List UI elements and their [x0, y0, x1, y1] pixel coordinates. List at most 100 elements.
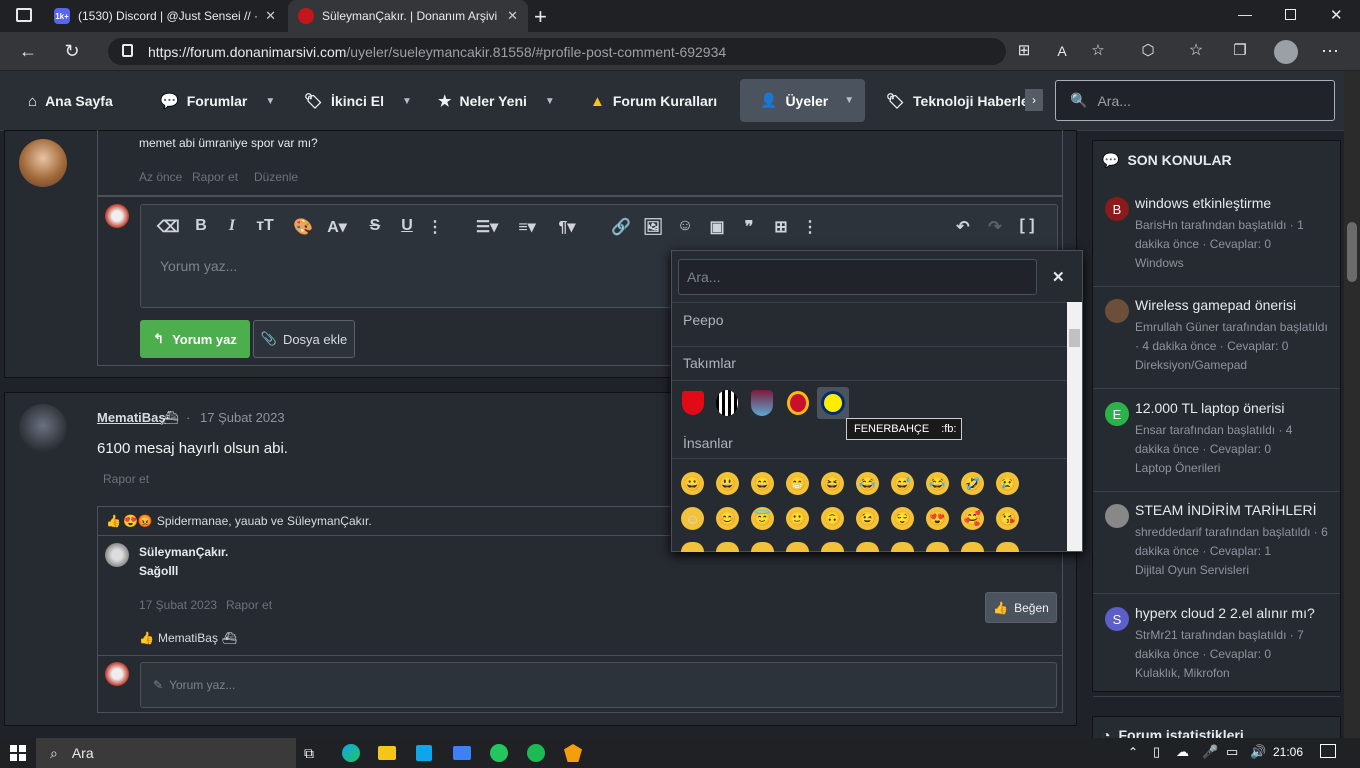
close-tab-icon[interactable]: ✕	[265, 8, 276, 24]
microphone-icon[interactable]: 🎤	[1202, 744, 1218, 760]
emoji-smiley[interactable]: 😅	[891, 472, 914, 495]
edit-link[interactable]: Düzenle	[254, 170, 298, 184]
tab-discord[interactable]: 1k+ (1530) Discord | @Just Sensei // · ✕	[44, 0, 286, 32]
editor-placeholder[interactable]: Yorum yaz...	[160, 258, 237, 274]
emoji-smiley[interactable]	[856, 542, 879, 552]
fenerbahce-emoji[interactable]	[821, 391, 845, 415]
emoji-smiley[interactable]: 😊	[716, 507, 739, 530]
strikethrough-icon[interactable]: S	[364, 217, 386, 237]
nav-second-hand[interactable]: 🏷 İkinci El ▼	[304, 89, 412, 113]
quote-icon[interactable]: ❞	[738, 217, 760, 237]
report-link[interactable]: Rapor et	[226, 598, 272, 612]
thread-author[interactable]: Ensar	[1135, 423, 1166, 437]
undo-icon[interactable]: ↶	[952, 217, 974, 237]
redo-icon[interactable]: ↷	[984, 217, 1006, 237]
thread-avatar[interactable]: S	[1105, 607, 1129, 631]
back-icon[interactable]: ←	[16, 40, 40, 64]
thread-avatar[interactable]: B	[1105, 197, 1129, 221]
emoji-smiley[interactable]: 😌	[891, 507, 914, 530]
attach-file-button[interactable]: 📎 Dosya ekle	[253, 320, 355, 358]
xbox-icon[interactable]	[490, 744, 508, 762]
close-tab-icon[interactable]: ✕	[507, 8, 518, 24]
clock[interactable]: 21:06	[1273, 745, 1303, 759]
new-tab-button[interactable]: +	[534, 4, 547, 30]
nav-whats-new[interactable]: ★ Neler Yeni ▼	[438, 89, 555, 113]
category-peepo[interactable]: Peepo	[683, 312, 723, 328]
thread-item[interactable]: Bwindows etkinleştirme BarisHn tarafından…	[1093, 185, 1340, 287]
thread-title[interactable]: hyperx cloud 2 2.el alınır mı?	[1135, 605, 1330, 621]
thread-forum[interactable]: Dijital Oyun Servisleri	[1135, 563, 1249, 577]
more-options-icon[interactable]: ⋮	[799, 217, 821, 237]
chevron-down-icon[interactable]: ▼	[545, 96, 555, 107]
thread-item[interactable]: STEAM İNDİRİM TARİHLERİ shreddedarif tara…	[1093, 492, 1340, 594]
category-teams[interactable]: Takımlar	[683, 355, 736, 371]
thread-title[interactable]: 12.000 TL laptop önerisi	[1135, 400, 1330, 416]
emoji-smiley[interactable]	[891, 542, 914, 552]
thread-author[interactable]: shreddedarif	[1135, 525, 1202, 539]
emoji-smiley[interactable]: 😁	[786, 472, 809, 495]
address-bar[interactable]: https://forum.donanimarsivi.com/uyeler/s…	[108, 38, 1006, 65]
windows-start-icon[interactable]	[10, 745, 26, 761]
thread-item[interactable]: Wireless gamepad önerisi Emrullah Güner t…	[1093, 287, 1340, 389]
spotify-icon[interactable]	[527, 744, 545, 762]
thread-avatar[interactable]	[1105, 299, 1129, 323]
notifications-icon[interactable]	[1320, 744, 1336, 758]
edge-icon[interactable]	[342, 744, 360, 762]
emoji-smiley[interactable]: 🥰	[961, 507, 984, 530]
emoji-smiley[interactable]	[961, 542, 984, 552]
emoji-smiley[interactable]: ☺	[681, 507, 704, 530]
chevron-down-icon[interactable]: ▼	[844, 95, 854, 106]
emoji-smiley[interactable]	[681, 542, 704, 552]
emoji-smiley[interactable]: 😀	[681, 472, 704, 495]
post-date[interactable]: 17 Şubat 2023	[200, 410, 285, 425]
eraser-icon[interactable]: ⌫	[157, 217, 180, 237]
comment-input[interactable]: ✎ Yorum yaz...	[140, 662, 1057, 708]
trabzonspor-emoji[interactable]	[751, 390, 773, 416]
thread-item[interactable]: E 12.000 TL laptop önerisi Ensar tarafında…	[1093, 390, 1340, 492]
emoji-smiley[interactable]: 😘	[996, 507, 1019, 530]
mail-icon[interactable]	[453, 746, 471, 760]
emoji-smiley[interactable]: 🙃	[821, 507, 844, 530]
author-avatar[interactable]	[19, 139, 67, 187]
nav-home[interactable]: ⌂ Ana Sayfa	[28, 89, 113, 113]
emoji-smiley[interactable]	[716, 542, 739, 552]
close-icon[interactable]: ✕	[1052, 268, 1065, 286]
volume-icon[interactable]: 🔊	[1250, 744, 1266, 760]
network-icon[interactable]: ▭	[1226, 744, 1238, 760]
post-comment-button[interactable]: ↰ Yorum yaz	[140, 320, 250, 358]
refresh-icon[interactable]: ↻	[60, 40, 84, 64]
table-icon[interactable]: ⊞	[770, 217, 792, 237]
emoji-smiley[interactable]: 😃	[716, 472, 739, 495]
nav-rules[interactable]: ▲ Forum Kuralları	[590, 89, 717, 113]
site-search-input[interactable]: 🔍 Ara...	[1055, 80, 1335, 121]
image-icon[interactable]: 🖼	[642, 217, 664, 237]
thread-title[interactable]: STEAM İNDİRİM TARİHLERİ	[1135, 502, 1330, 518]
underline-icon[interactable]: U	[396, 217, 418, 237]
smiley-icon[interactable]: ☺	[674, 217, 696, 237]
more-options-icon[interactable]: ⋮	[424, 217, 446, 237]
emoji-smiley[interactable]: 😢	[996, 472, 1019, 495]
close-window-button[interactable]: ✕	[1330, 6, 1343, 24]
thread-forum[interactable]: Laptop Önerileri	[1135, 461, 1220, 475]
emoji-smiley[interactable]: 😄	[751, 472, 774, 495]
onedrive-icon[interactable]: ☁	[1176, 744, 1189, 760]
minimize-button[interactable]: —	[1238, 6, 1252, 22]
galatasaray-emoji[interactable]	[787, 391, 809, 415]
favorites-icon[interactable]: ☆	[1184, 40, 1208, 64]
emoji-smiley[interactable]	[926, 542, 949, 552]
emoji-smiley[interactable]	[996, 542, 1019, 552]
chevron-down-icon[interactable]: ▼	[402, 96, 412, 107]
thread-avatar[interactable]	[1105, 504, 1129, 528]
list-icon[interactable]: ☰▾	[472, 217, 502, 237]
color-palette-icon[interactable]: 🎨	[292, 217, 314, 237]
thread-forum[interactable]: Kulaklık, Mikrofon	[1135, 666, 1230, 680]
store-icon[interactable]	[416, 745, 432, 761]
nav-tech-news[interactable]: 🏷 Teknoloji Haberle	[886, 89, 1030, 113]
emoji-smiley[interactable]: 🤣	[961, 472, 984, 495]
emoji-smiley[interactable]: 😂	[926, 472, 949, 495]
add-favorite-icon[interactable]: ☆	[1086, 40, 1110, 64]
tab-donanimarsivi[interactable]: SüleymanÇakır. | Donanım Arşivi ✕	[288, 0, 528, 32]
read-aloud-icon[interactable]: A	[1050, 40, 1074, 64]
report-link[interactable]: Rapor et	[103, 472, 149, 486]
thread-author[interactable]: StrMr21	[1135, 628, 1178, 642]
